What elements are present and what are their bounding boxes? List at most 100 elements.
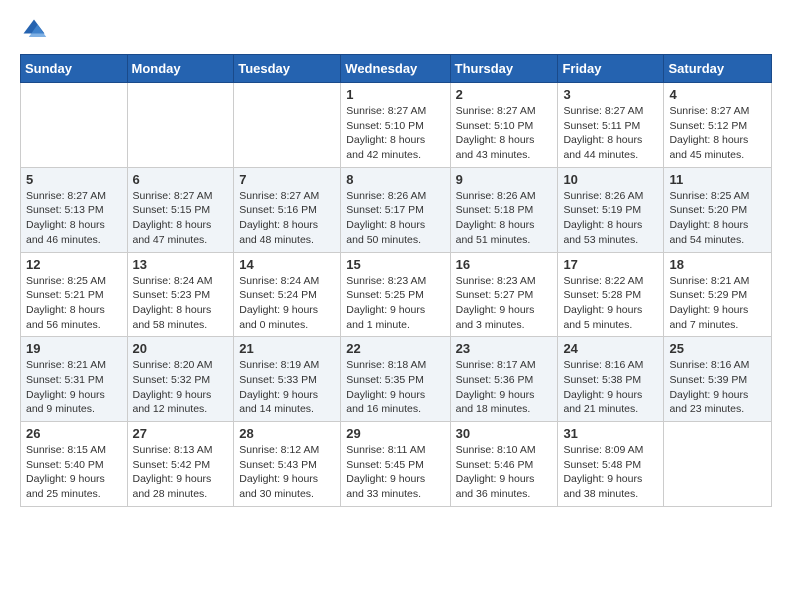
day-info: Sunrise: 8:15 AM Sunset: 5:40 PM Dayligh… [26, 443, 122, 502]
day-number: 31 [563, 426, 658, 441]
calendar-cell: 25 Sunrise: 8:16 AM Sunset: 5:39 PM Dayli… [664, 337, 772, 422]
day-header: Saturday [664, 55, 772, 83]
day-number: 20 [133, 341, 229, 356]
day-info: Sunrise: 8:20 AM Sunset: 5:32 PM Dayligh… [133, 358, 229, 417]
day-number: 10 [563, 172, 658, 187]
day-number: 11 [669, 172, 766, 187]
day-number: 8 [346, 172, 444, 187]
day-info: Sunrise: 8:26 AM Sunset: 5:19 PM Dayligh… [563, 189, 658, 248]
calendar-cell: 26 Sunrise: 8:15 AM Sunset: 5:40 PM Dayli… [21, 422, 128, 507]
day-number: 7 [239, 172, 335, 187]
day-number: 29 [346, 426, 444, 441]
day-info: Sunrise: 8:16 AM Sunset: 5:38 PM Dayligh… [563, 358, 658, 417]
calendar-body: 1 Sunrise: 8:27 AM Sunset: 5:10 PM Daylig… [21, 83, 772, 507]
day-info: Sunrise: 8:11 AM Sunset: 5:45 PM Dayligh… [346, 443, 444, 502]
calendar-cell: 21 Sunrise: 8:19 AM Sunset: 5:33 PM Dayli… [234, 337, 341, 422]
calendar-cell: 24 Sunrise: 8:16 AM Sunset: 5:38 PM Dayli… [558, 337, 664, 422]
calendar-cell: 13Sunrise: 8:24 AM Sunset: 5:23 PM Dayli… [127, 252, 234, 337]
day-number: 23 [456, 341, 553, 356]
day-number: 24 [563, 341, 658, 356]
day-info: Sunrise: 8:27 AM Sunset: 5:13 PM Dayligh… [26, 189, 122, 248]
logo-icon [20, 16, 48, 44]
day-number: 15 [346, 257, 444, 272]
calendar-cell: 2 Sunrise: 8:27 AM Sunset: 5:10 PM Daylig… [450, 83, 558, 168]
day-info: Sunrise: 8:12 AM Sunset: 5:43 PM Dayligh… [239, 443, 335, 502]
day-number: 17 [563, 257, 658, 272]
calendar-cell: 4 Sunrise: 8:27 AM Sunset: 5:12 PM Daylig… [664, 83, 772, 168]
day-number: 27 [133, 426, 229, 441]
calendar-cell: 1 Sunrise: 8:27 AM Sunset: 5:10 PM Daylig… [341, 83, 450, 168]
calendar-cell [127, 83, 234, 168]
header [20, 16, 772, 44]
day-info: Sunrise: 8:16 AM Sunset: 5:39 PM Dayligh… [669, 358, 766, 417]
logo [20, 16, 52, 44]
day-header: Friday [558, 55, 664, 83]
header-row: SundayMondayTuesdayWednesdayThursdayFrid… [21, 55, 772, 83]
day-number: 21 [239, 341, 335, 356]
day-info: Sunrise: 8:09 AM Sunset: 5:48 PM Dayligh… [563, 443, 658, 502]
day-header: Tuesday [234, 55, 341, 83]
day-number: 9 [456, 172, 553, 187]
day-number: 1 [346, 87, 444, 102]
day-header: Wednesday [341, 55, 450, 83]
calendar-cell: 15Sunrise: 8:23 AM Sunset: 5:25 PM Dayli… [341, 252, 450, 337]
day-info: Sunrise: 8:26 AM Sunset: 5:18 PM Dayligh… [456, 189, 553, 248]
day-info: Sunrise: 8:19 AM Sunset: 5:33 PM Dayligh… [239, 358, 335, 417]
calendar-cell: 14 Sunrise: 8:24 AM Sunset: 5:24 PM Dayli… [234, 252, 341, 337]
day-info: Sunrise: 8:27 AM Sunset: 5:12 PM Dayligh… [669, 104, 766, 163]
calendar-header: SundayMondayTuesdayWednesdayThursdayFrid… [21, 55, 772, 83]
calendar-cell: 5 Sunrise: 8:27 AM Sunset: 5:13 PM Daylig… [21, 167, 128, 252]
day-info: Sunrise: 8:27 AM Sunset: 5:16 PM Dayligh… [239, 189, 335, 248]
day-info: Sunrise: 8:27 AM Sunset: 5:11 PM Dayligh… [563, 104, 658, 163]
day-number: 2 [456, 87, 553, 102]
day-info: Sunrise: 8:23 AM Sunset: 5:27 PM Dayligh… [456, 274, 553, 333]
calendar-week: 5 Sunrise: 8:27 AM Sunset: 5:13 PM Daylig… [21, 167, 772, 252]
day-number: 25 [669, 341, 766, 356]
day-number: 19 [26, 341, 122, 356]
calendar-cell [234, 83, 341, 168]
day-info: Sunrise: 8:26 AM Sunset: 5:17 PM Dayligh… [346, 189, 444, 248]
calendar-week: 26 Sunrise: 8:15 AM Sunset: 5:40 PM Dayli… [21, 422, 772, 507]
day-number: 3 [563, 87, 658, 102]
day-info: Sunrise: 8:17 AM Sunset: 5:36 PM Dayligh… [456, 358, 553, 417]
day-number: 4 [669, 87, 766, 102]
calendar-cell [21, 83, 128, 168]
day-info: Sunrise: 8:22 AM Sunset: 5:28 PM Dayligh… [563, 274, 658, 333]
day-header: Sunday [21, 55, 128, 83]
calendar-week: 12Sunrise: 8:25 AM Sunset: 5:21 PM Dayli… [21, 252, 772, 337]
day-number: 26 [26, 426, 122, 441]
calendar-cell: 6 Sunrise: 8:27 AM Sunset: 5:15 PM Daylig… [127, 167, 234, 252]
day-number: 13 [133, 257, 229, 272]
calendar-cell: 30Sunrise: 8:10 AM Sunset: 5:46 PM Dayli… [450, 422, 558, 507]
day-number: 5 [26, 172, 122, 187]
calendar-cell: 8 Sunrise: 8:26 AM Sunset: 5:17 PM Daylig… [341, 167, 450, 252]
calendar-cell: 12Sunrise: 8:25 AM Sunset: 5:21 PM Dayli… [21, 252, 128, 337]
day-header: Thursday [450, 55, 558, 83]
day-info: Sunrise: 8:24 AM Sunset: 5:24 PM Dayligh… [239, 274, 335, 333]
day-info: Sunrise: 8:18 AM Sunset: 5:35 PM Dayligh… [346, 358, 444, 417]
day-number: 6 [133, 172, 229, 187]
day-info: Sunrise: 8:25 AM Sunset: 5:20 PM Dayligh… [669, 189, 766, 248]
day-info: Sunrise: 8:21 AM Sunset: 5:29 PM Dayligh… [669, 274, 766, 333]
calendar-cell: 27Sunrise: 8:13 AM Sunset: 5:42 PM Dayli… [127, 422, 234, 507]
calendar-cell: 11 Sunrise: 8:25 AM Sunset: 5:20 PM Dayli… [664, 167, 772, 252]
calendar-cell: 17 Sunrise: 8:22 AM Sunset: 5:28 PM Dayli… [558, 252, 664, 337]
calendar-cell: 23 Sunrise: 8:17 AM Sunset: 5:36 PM Dayli… [450, 337, 558, 422]
day-info: Sunrise: 8:27 AM Sunset: 5:15 PM Dayligh… [133, 189, 229, 248]
calendar-cell: 19Sunrise: 8:21 AM Sunset: 5:31 PM Dayli… [21, 337, 128, 422]
day-info: Sunrise: 8:27 AM Sunset: 5:10 PM Dayligh… [346, 104, 444, 163]
calendar-table: SundayMondayTuesdayWednesdayThursdayFrid… [20, 54, 772, 507]
calendar-cell [664, 422, 772, 507]
day-number: 28 [239, 426, 335, 441]
day-header: Monday [127, 55, 234, 83]
calendar-cell: 9 Sunrise: 8:26 AM Sunset: 5:18 PM Daylig… [450, 167, 558, 252]
day-number: 14 [239, 257, 335, 272]
calendar-cell: 10 Sunrise: 8:26 AM Sunset: 5:19 PM Dayli… [558, 167, 664, 252]
day-info: Sunrise: 8:27 AM Sunset: 5:10 PM Dayligh… [456, 104, 553, 163]
day-info: Sunrise: 8:10 AM Sunset: 5:46 PM Dayligh… [456, 443, 553, 502]
calendar-cell: 20 Sunrise: 8:20 AM Sunset: 5:32 PM Dayli… [127, 337, 234, 422]
calendar-week: 19Sunrise: 8:21 AM Sunset: 5:31 PM Dayli… [21, 337, 772, 422]
calendar-cell: 3 Sunrise: 8:27 AM Sunset: 5:11 PM Daylig… [558, 83, 664, 168]
day-number: 12 [26, 257, 122, 272]
calendar-cell: 16Sunrise: 8:23 AM Sunset: 5:27 PM Dayli… [450, 252, 558, 337]
